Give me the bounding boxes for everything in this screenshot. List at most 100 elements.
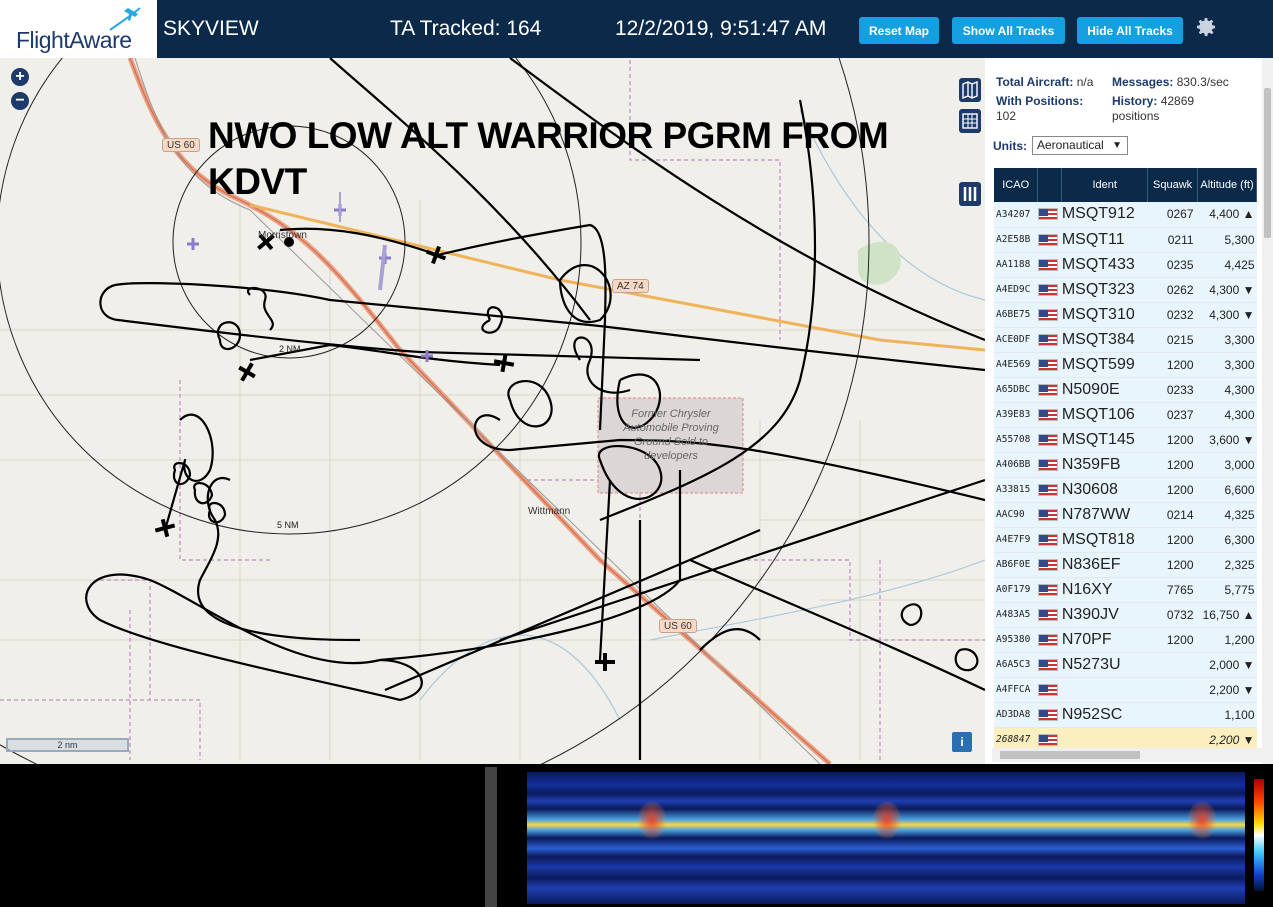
ident-cell: N70PF (1061, 627, 1148, 653)
icao-cell: A0F179 (994, 577, 1038, 603)
columns-icon[interactable] (959, 182, 981, 206)
reset-map-button[interactable]: Reset Map (859, 17, 939, 44)
table-row[interactable]: A6BE75 MSQT310 0232 4,300 ▼ (994, 302, 1257, 328)
messages-label: Messages: (1112, 75, 1174, 89)
squawk-cell: 0237 (1147, 402, 1198, 428)
altitude-cell: 16,750 ▲ (1197, 602, 1257, 628)
map-scale-bar: 2 nm (6, 738, 129, 752)
table-row[interactable]: AD3DA8 N952SC 1,100 (994, 702, 1257, 728)
scrollbar-thumb[interactable] (1264, 88, 1271, 238)
altitude-cell: 5,775 (1197, 577, 1257, 603)
altitude-cell: 6,600 (1197, 477, 1257, 503)
icao-cell: A39E83 (994, 402, 1038, 428)
waterfall-hotspot (637, 800, 667, 840)
col-squawk[interactable]: Squawk (1147, 168, 1199, 202)
panel-vertical-scrollbar[interactable] (1262, 58, 1273, 764)
panel-horizontal-scrollbar[interactable] (992, 748, 1262, 762)
table-row[interactable]: A33815 N30608 1200 6,600 (994, 477, 1257, 503)
proving-ground-label: Former Chrysler Automobile Proving Groun… (623, 408, 719, 462)
flag-cell (1037, 202, 1062, 228)
scrollbar-thumb[interactable] (1000, 751, 1140, 759)
zoom-in-icon[interactable]: + (11, 68, 29, 86)
map-view[interactable]: NWO LOW ALT WARRIOR PGRM FROM KDVT US 60… (0, 58, 985, 764)
altitude-cell: 4,400 ▲ (1197, 202, 1257, 228)
gear-icon[interactable] (1194, 15, 1218, 39)
altitude-cell: 4,425 (1197, 252, 1257, 278)
us-flag-icon (1037, 233, 1058, 246)
road-shield-us60: US 60 (162, 138, 200, 152)
table-row[interactable]: A4ED9C MSQT323 0262 4,300 ▼ (994, 277, 1257, 303)
squawk-cell (1147, 702, 1198, 728)
units-selected-value: Aeronautical (1037, 138, 1104, 152)
table-row[interactable]: A4E569 MSQT599 1200 3,300 (994, 352, 1257, 378)
map-layers-icon[interactable] (959, 78, 981, 102)
table-row[interactable]: AAC90 N787WW 0214 4,325 (994, 502, 1257, 528)
show-all-tracks-button[interactable]: Show All Tracks (952, 17, 1065, 44)
altitude-cell: 3,000 (1197, 452, 1257, 478)
us-flag-icon (1037, 358, 1058, 371)
ring-label-5nm: 5 NM (277, 520, 299, 530)
ident-cell: N359FB (1061, 452, 1148, 478)
col-flag[interactable] (1037, 168, 1063, 202)
ident-cell: MSQT145 (1061, 427, 1148, 453)
us-flag-icon (1037, 633, 1058, 646)
with-positions-stat: With Positions: 102 (996, 94, 1083, 124)
squawk-cell: 0214 (1147, 502, 1198, 528)
info-icon[interactable]: i (952, 732, 972, 752)
table-row[interactable]: A4FFCA 2,200 ▼ (994, 677, 1257, 703)
us-flag-icon (1037, 408, 1058, 421)
table-row[interactable]: A2E58B MSQT11 0211 5,300 (994, 227, 1257, 253)
table-row[interactable]: A34207 MSQT912 0267 4,400 ▲ (994, 202, 1257, 228)
table-row[interactable]: A95380 N70PF 1200 1,200 (994, 627, 1257, 653)
ident-cell: MSQT912 (1061, 202, 1148, 228)
ident-cell: N787WW (1061, 502, 1148, 528)
table-row[interactable]: AB6F0E N836EF 1200 2,325 (994, 552, 1257, 578)
squawk-cell: 1200 (1147, 627, 1198, 653)
messages-value: 830.3/sec (1176, 75, 1229, 89)
squawk-cell: 0211 (1147, 227, 1198, 253)
pane-divider[interactable] (485, 767, 497, 907)
flag-cell (1037, 552, 1062, 578)
hide-all-tracks-button[interactable]: Hide All Tracks (1077, 17, 1183, 44)
flightaware-logo[interactable]: FlightAware (0, 0, 157, 58)
grid-icon[interactable] (959, 109, 981, 133)
altitude-cell: 4,300 (1197, 402, 1257, 428)
icao-cell: A4E569 (994, 352, 1038, 378)
skyview-app: FlightAware SKYVIEW TA Tracked: 164 12/2… (0, 0, 1273, 907)
bottom-left-pane (0, 767, 485, 907)
table-row[interactable]: A483A5 N390JV 0732 16,750 ▲ (994, 602, 1257, 628)
icao-cell: A55708 (994, 427, 1038, 453)
flag-cell (1037, 527, 1062, 553)
col-ident[interactable]: Ident (1061, 168, 1149, 202)
squawk-cell (1147, 652, 1198, 678)
table-row[interactable]: A65DBC N5090E 0233 4,300 (994, 377, 1257, 403)
flag-cell (1037, 402, 1062, 428)
place-morristown: Morristown (258, 230, 307, 241)
table-row[interactable]: A406BB N359FB 1200 3,000 (994, 452, 1257, 478)
zoom-out-icon[interactable]: − (11, 92, 29, 110)
squawk-cell: 1200 (1147, 552, 1198, 578)
table-row[interactable]: A39E83 MSQT106 0237 4,300 (994, 402, 1257, 428)
table-row[interactable]: A0F179 N16XY 7765 5,775 (994, 577, 1257, 603)
col-icao[interactable]: ICAO (994, 168, 1039, 202)
flag-cell (1037, 327, 1062, 353)
units-select[interactable]: Aeronautical ▼ (1032, 136, 1128, 155)
ident-cell: MSQT433 (1061, 252, 1148, 278)
us-flag-icon (1037, 483, 1058, 496)
table-row[interactable]: A6A5C3 N5273U 2,000 ▼ (994, 652, 1257, 678)
aircraft-panel: Total Aircraft: n/a Messages: 830.3/sec … (985, 58, 1273, 764)
icao-cell: A4FFCA (994, 677, 1038, 703)
ident-cell (1061, 677, 1148, 703)
icao-cell: A95380 (994, 627, 1038, 653)
waterfall-display (527, 772, 1245, 904)
col-altitude[interactable]: Altitude (ft) (1197, 168, 1257, 202)
flag-cell (1037, 452, 1062, 478)
table-row[interactable]: AA1188 MSQT433 0235 4,425 (994, 252, 1257, 278)
us-flag-icon (1037, 658, 1058, 671)
table-row[interactable]: ACE0DF MSQT384 0215 3,300 (994, 327, 1257, 353)
ident-cell: MSQT599 (1061, 352, 1148, 378)
table-row[interactable]: A55708 MSQT145 1200 3,600 ▼ (994, 427, 1257, 453)
ident-cell: MSQT384 (1061, 327, 1148, 353)
table-row[interactable]: A4E7F9 MSQT818 1200 6,300 (994, 527, 1257, 553)
us-flag-icon (1037, 733, 1058, 746)
